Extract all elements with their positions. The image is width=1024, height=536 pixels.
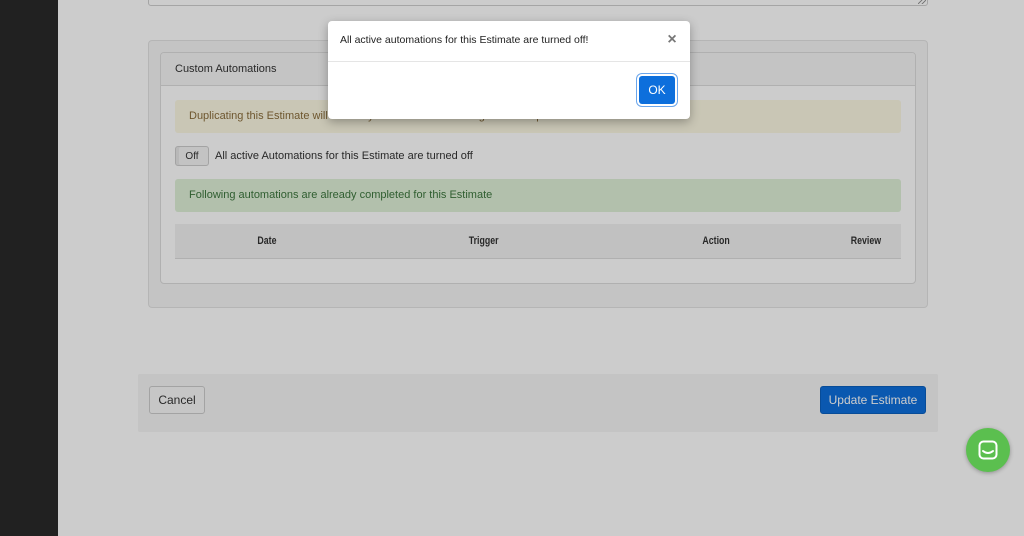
confirmation-dialog: All active automations for this Estimate… bbox=[328, 21, 690, 119]
ok-button[interactable]: OK bbox=[639, 76, 675, 104]
dialog-title: All active automations for this Estimate… bbox=[340, 34, 589, 46]
close-icon[interactable]: × bbox=[666, 32, 678, 48]
dialog-header: All active automations for this Estimate… bbox=[328, 21, 690, 62]
chat-widget-button[interactable] bbox=[966, 428, 1010, 472]
chat-icon bbox=[978, 440, 998, 460]
